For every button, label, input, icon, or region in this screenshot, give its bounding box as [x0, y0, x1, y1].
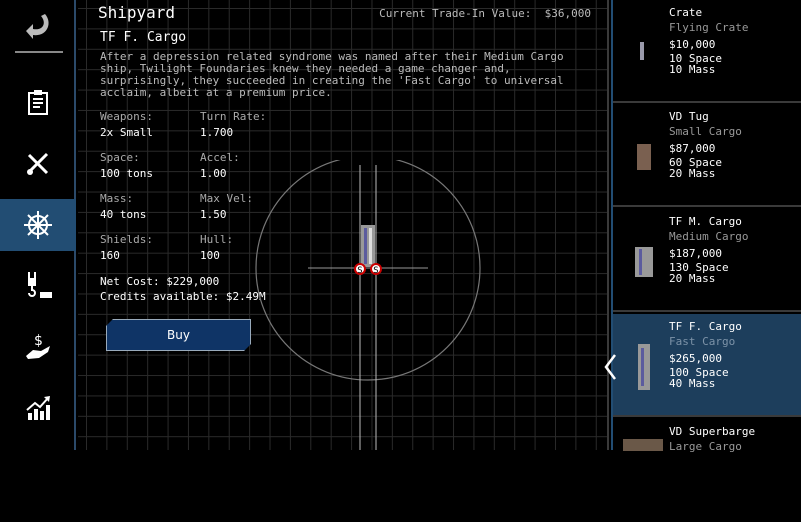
ship-thumbnail	[623, 439, 663, 451]
ship-name: TF F. Cargo	[100, 30, 187, 45]
item-class: Fast Cargo	[669, 335, 736, 348]
back-arrow-icon	[26, 14, 49, 39]
ship-thumbnail	[640, 42, 644, 60]
stat-value: 2x Small	[100, 126, 153, 139]
stat-label: Hull:	[200, 233, 234, 246]
stat-label: Shields:	[100, 233, 153, 246]
buy-button[interactable]: Buy	[106, 319, 251, 351]
stat-value: 160	[100, 249, 120, 262]
item-class: Large Cargo	[669, 440, 742, 453]
item-mass: 40 Mass	[669, 377, 716, 390]
stat-label: Turn Rate:	[200, 110, 267, 123]
ship-list-item[interactable]: VD Tug Small Cargo $87,000 60 Space 20 Ma…	[613, 104, 801, 207]
ship-list-item[interactable]: Crate Flying Crate $10,000 10 Space 10 Ma…	[613, 0, 801, 103]
sidebar-item-shipyard[interactable]	[0, 199, 76, 251]
shipyard-panel: Shipyard Current Trade-In Value: $36,000…	[78, 0, 609, 450]
hand-dollar-icon: $	[26, 333, 50, 359]
stat-label: Weapons:	[100, 110, 153, 123]
item-price: $265,000	[669, 352, 722, 365]
crane-cargo-icon	[28, 272, 52, 298]
sidebar-item-outfitter[interactable]	[0, 138, 76, 190]
ship-thumbnail	[637, 144, 651, 170]
page-title: Shipyard	[98, 3, 176, 22]
ship-sprite	[361, 225, 375, 267]
tools-icon	[27, 152, 49, 175]
item-class: Medium Cargo	[669, 230, 749, 243]
stat-label: Mass:	[100, 192, 134, 205]
stat-label: Space:	[100, 151, 140, 164]
item-price: $10,000	[669, 38, 716, 51]
net-cost: Net Cost: $229,000	[100, 275, 220, 288]
sidebar-item-bank[interactable]: $	[0, 321, 76, 373]
trade-in-value: Current Trade-In Value: $36,000	[379, 7, 591, 20]
growth-chart-icon	[26, 396, 50, 420]
hardpoint-label: S	[373, 266, 378, 276]
clipboard-icon	[28, 90, 48, 115]
stat-label: Accel:	[200, 151, 240, 164]
stat-value: 1.00	[200, 167, 227, 180]
sidebar: $	[0, 0, 76, 450]
ship-preview: S S	[255, 160, 481, 450]
ship-list-item[interactable]: TF M. Cargo Medium Cargo $187,000 130 Sp…	[613, 209, 801, 312]
item-name: TF M. Cargo	[669, 215, 742, 228]
stat-value: 40 tons	[100, 208, 147, 221]
item-name: VD Superbarge	[669, 425, 756, 438]
stat-value: 100 tons	[100, 167, 153, 180]
item-name: Crate	[669, 6, 703, 19]
ship-list[interactable]: Crate Flying Crate $10,000 10 Space 10 Ma…	[611, 0, 801, 453]
hardpoint-label: S	[357, 266, 362, 276]
item-class: Flying Crate	[669, 21, 749, 34]
ship-list-item[interactable]: VD Superbarge Large Cargo	[613, 419, 801, 522]
ship-description: After a depression related syndrome was …	[100, 50, 564, 99]
sidebar-item-stats[interactable]	[0, 382, 76, 434]
item-name: TF F. Cargo	[669, 320, 742, 333]
item-mass: 20 Mass	[669, 272, 716, 285]
stat-value: 100	[200, 249, 220, 262]
back-button[interactable]	[0, 0, 76, 52]
svg-text:$: $	[34, 333, 43, 349]
item-mass: 20 Mass	[669, 167, 716, 180]
stat-value: 1.50	[200, 208, 227, 221]
credits-available: Credits available: $2.49M	[100, 290, 266, 303]
sidebar-item-missions[interactable]	[0, 76, 76, 128]
item-name: VD Tug	[669, 110, 709, 123]
chevron-left-icon[interactable]	[603, 353, 617, 381]
divider	[15, 51, 63, 53]
stat-label: Max Vel:	[200, 192, 253, 205]
ship-thumbnail	[635, 247, 653, 277]
item-price: $187,000	[669, 247, 722, 260]
stat-value: 1.700	[200, 126, 234, 139]
ship-wheel-icon	[24, 211, 52, 239]
item-price: $87,000	[669, 142, 716, 155]
item-class: Small Cargo	[669, 125, 742, 138]
item-mass: 10 Mass	[669, 63, 716, 76]
sidebar-item-trade[interactable]	[0, 260, 76, 312]
ship-thumbnail	[638, 344, 650, 390]
ship-list-item-selected[interactable]: TF F. Cargo Fast Cargo $265,000 100 Spac…	[613, 314, 801, 417]
